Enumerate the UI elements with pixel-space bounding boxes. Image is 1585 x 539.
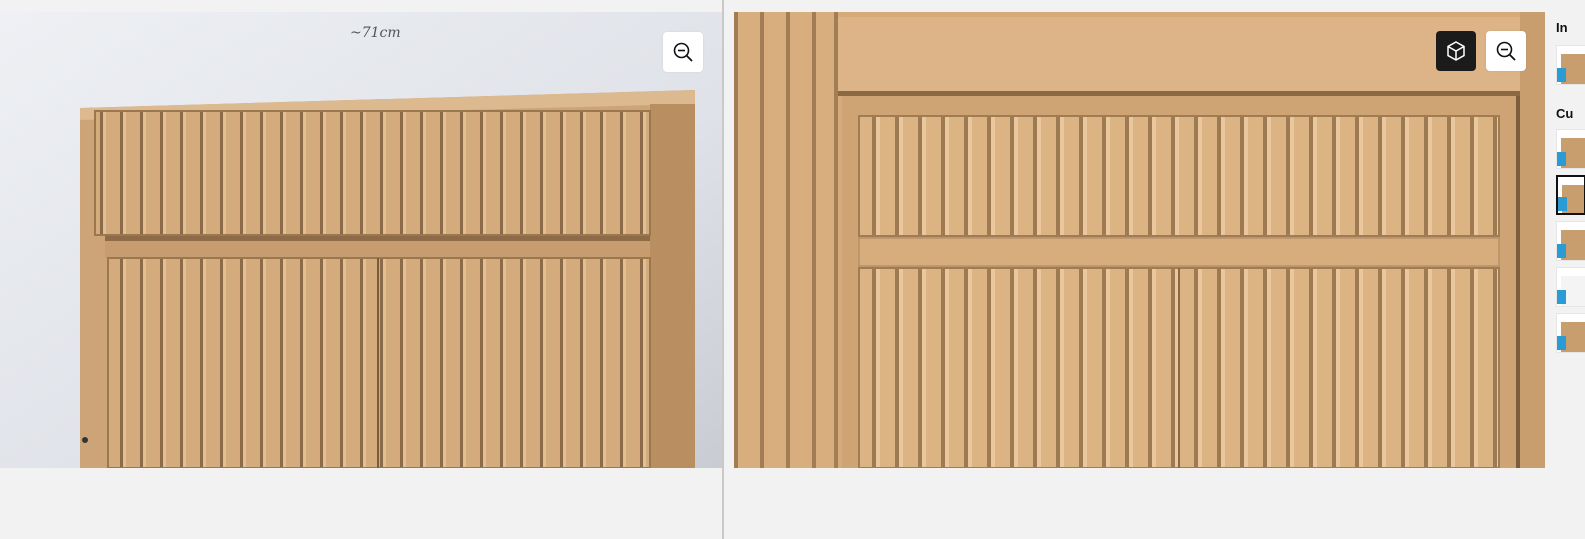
zoom-out-button[interactable] (1486, 31, 1526, 71)
cabinet-render (734, 12, 1545, 468)
3d-badge-icon (1557, 152, 1566, 166)
section-title-1: In (1556, 20, 1568, 35)
3d-badge-icon (1558, 197, 1567, 211)
handwritten-note: ~71cm (350, 25, 401, 41)
3d-badge-icon (1557, 68, 1566, 82)
thumbnail-selected[interactable] (1556, 175, 1585, 215)
thumbnail[interactable] (1556, 313, 1585, 353)
zoom-out-icon (673, 42, 693, 62)
3d-badge-icon (1557, 336, 1566, 350)
view-3d-button[interactable] (1436, 31, 1476, 71)
zoom-out-icon (1496, 41, 1516, 61)
3d-badge-icon (1557, 290, 1566, 304)
thumbnail[interactable] (1556, 267, 1585, 307)
cube-3d-icon (1447, 41, 1465, 61)
zoom-out-button[interactable] (663, 32, 703, 72)
product-render[interactable] (734, 12, 1545, 468)
3d-badge-icon (1557, 244, 1566, 258)
thumbnail[interactable] (1556, 129, 1585, 169)
thumbnail[interactable] (1556, 45, 1585, 85)
product-photo-main[interactable]: ~71cm (0, 12, 722, 468)
cabinet-photo: ~71cm (0, 12, 722, 468)
section-title-2: Cu (1556, 106, 1574, 121)
thumbnail[interactable] (1556, 221, 1585, 261)
gallery-divider (722, 0, 724, 539)
